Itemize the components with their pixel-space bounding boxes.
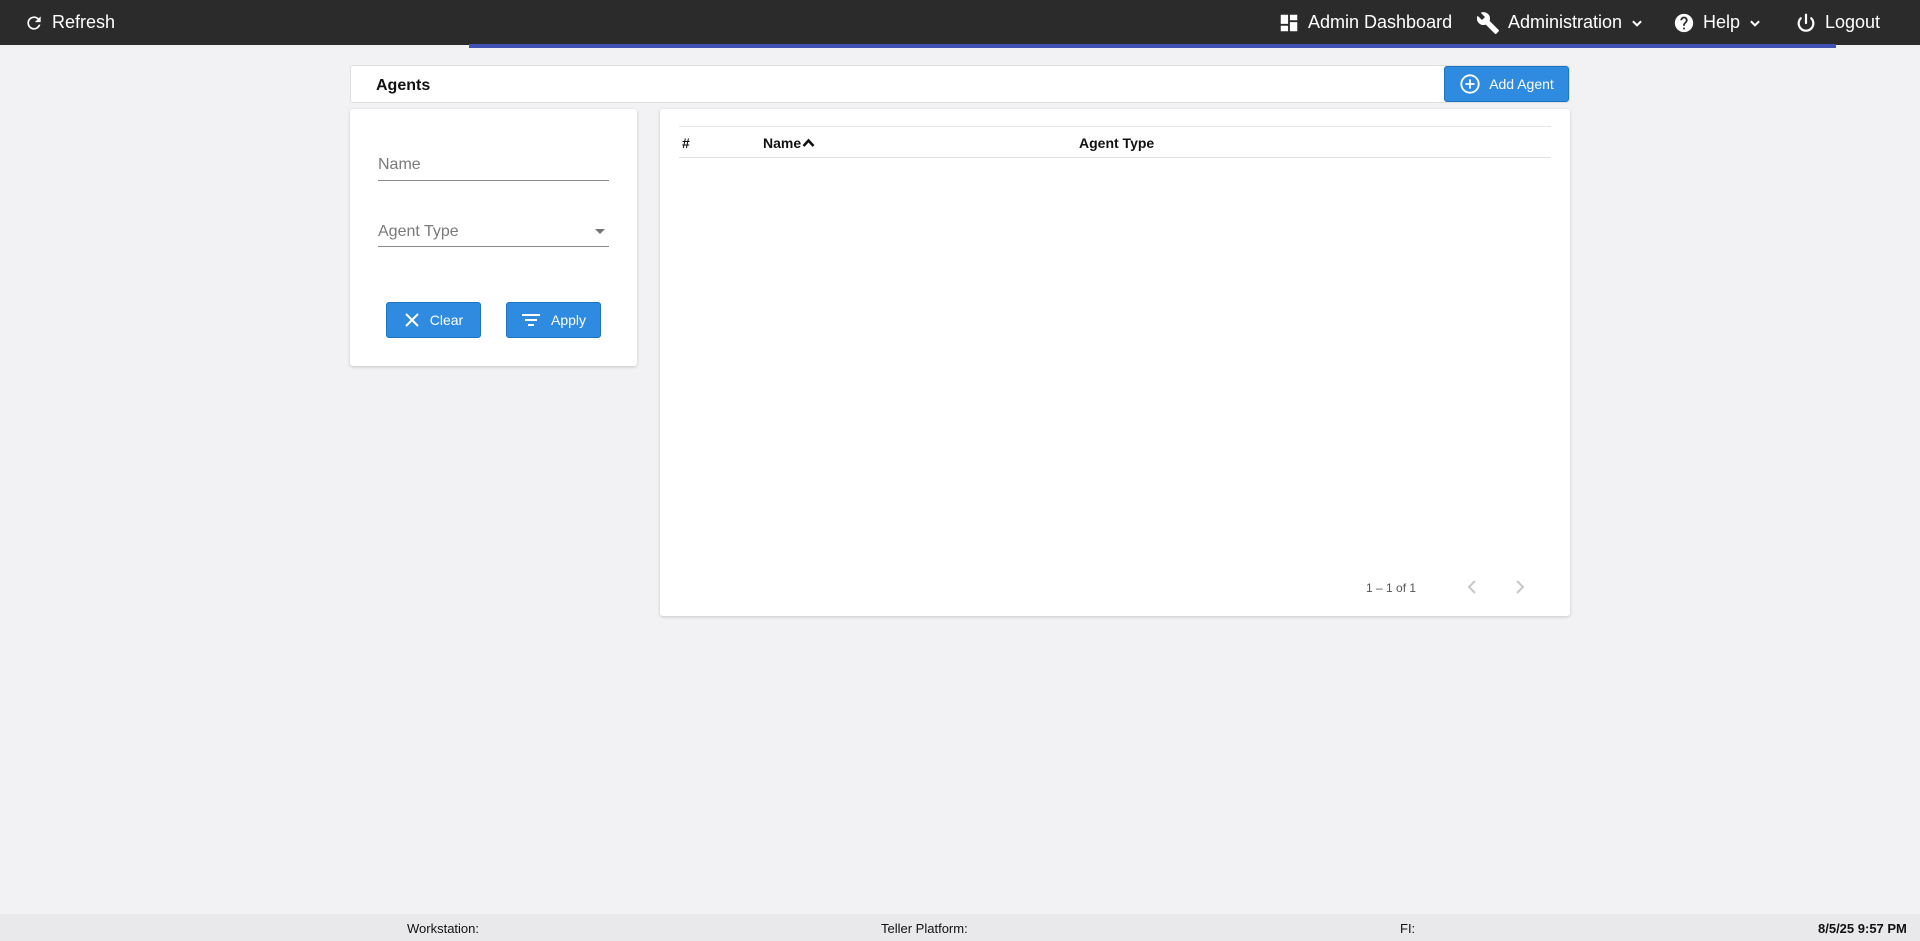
close-icon (405, 313, 419, 327)
administration-label: Administration (1508, 12, 1623, 32)
apply-label: Apply (550, 312, 587, 328)
fi-label: FI: (1400, 921, 1416, 936)
add-agent-button[interactable]: Add Agent (1444, 66, 1569, 102)
navbar-accent-bar (469, 44, 1836, 48)
table-header-row: # Name Agent Type (679, 126, 1551, 158)
apply-button[interactable]: Apply (506, 302, 601, 338)
refresh-label: Refresh (52, 12, 116, 32)
column-header-index: # (682, 135, 690, 151)
chevron-down-icon (1750, 20, 1760, 27)
admin-dashboard-label: Admin Dashboard (1308, 12, 1453, 32)
admin-dashboard-link[interactable]: Admin Dashboard (1278, 0, 1452, 45)
add-circle-icon (1460, 74, 1480, 94)
chevron-right-icon (1516, 580, 1525, 594)
top-navbar: Refresh Admin Dashboard Administration H… (0, 0, 1920, 45)
power-icon (1797, 13, 1815, 32)
agent-type-select[interactable]: Agent Type (378, 215, 609, 247)
agent-type-label: Agent Type (378, 223, 459, 240)
refresh-icon (27, 15, 41, 30)
help-menu[interactable]: Help (1673, 0, 1762, 45)
name-field[interactable] (378, 149, 609, 181)
clear-button[interactable]: Clear (386, 302, 481, 338)
filter-icon (521, 314, 540, 326)
page-header: Agents (350, 65, 1570, 103)
chevron-left-icon (1467, 580, 1476, 594)
column-header-name-label: Name (763, 135, 802, 151)
datetime-label: 8/5/25 9:57 PM (1818, 921, 1907, 936)
refresh-button[interactable]: Refresh (24, 0, 115, 45)
column-header-agent-type[interactable]: Agent Type (1079, 135, 1154, 151)
agents-table-card: # Name Agent Type 1 – 1 of 1 (660, 109, 1570, 616)
previous-page-button[interactable] (1458, 573, 1486, 601)
wrench-icon (1476, 11, 1499, 34)
teller-platform-label: Teller Platform: (881, 921, 968, 936)
logout-button[interactable]: Logout (1795, 0, 1880, 45)
workstation-label: Workstation: (407, 921, 480, 936)
administration-menu[interactable]: Administration (1476, 0, 1644, 45)
chevron-down-icon (1632, 20, 1642, 27)
clear-label: Clear (429, 312, 464, 328)
name-input[interactable] (378, 156, 609, 174)
logout-label: Logout (1825, 12, 1881, 32)
column-header-index-label: # (682, 135, 690, 151)
help-label: Help (1703, 12, 1741, 32)
sort-ascending-icon (802, 138, 815, 147)
page-title: Agents (376, 77, 431, 94)
filter-panel: Agent Type Clear Apply (350, 109, 637, 366)
add-agent-label: Add Agent (1489, 76, 1554, 92)
help-icon (1674, 13, 1694, 32)
next-page-button[interactable] (1506, 573, 1534, 601)
column-header-name[interactable]: Name (763, 135, 815, 151)
dashboard-icon (1280, 14, 1298, 31)
column-header-agent-type-label: Agent Type (1079, 135, 1155, 151)
paginator-range-label: 1 – 1 of 1 (1366, 581, 1417, 595)
dropdown-arrow-icon (595, 229, 605, 234)
status-footer: Workstation: Teller Platform: FI: 8/5/25… (0, 914, 1920, 941)
